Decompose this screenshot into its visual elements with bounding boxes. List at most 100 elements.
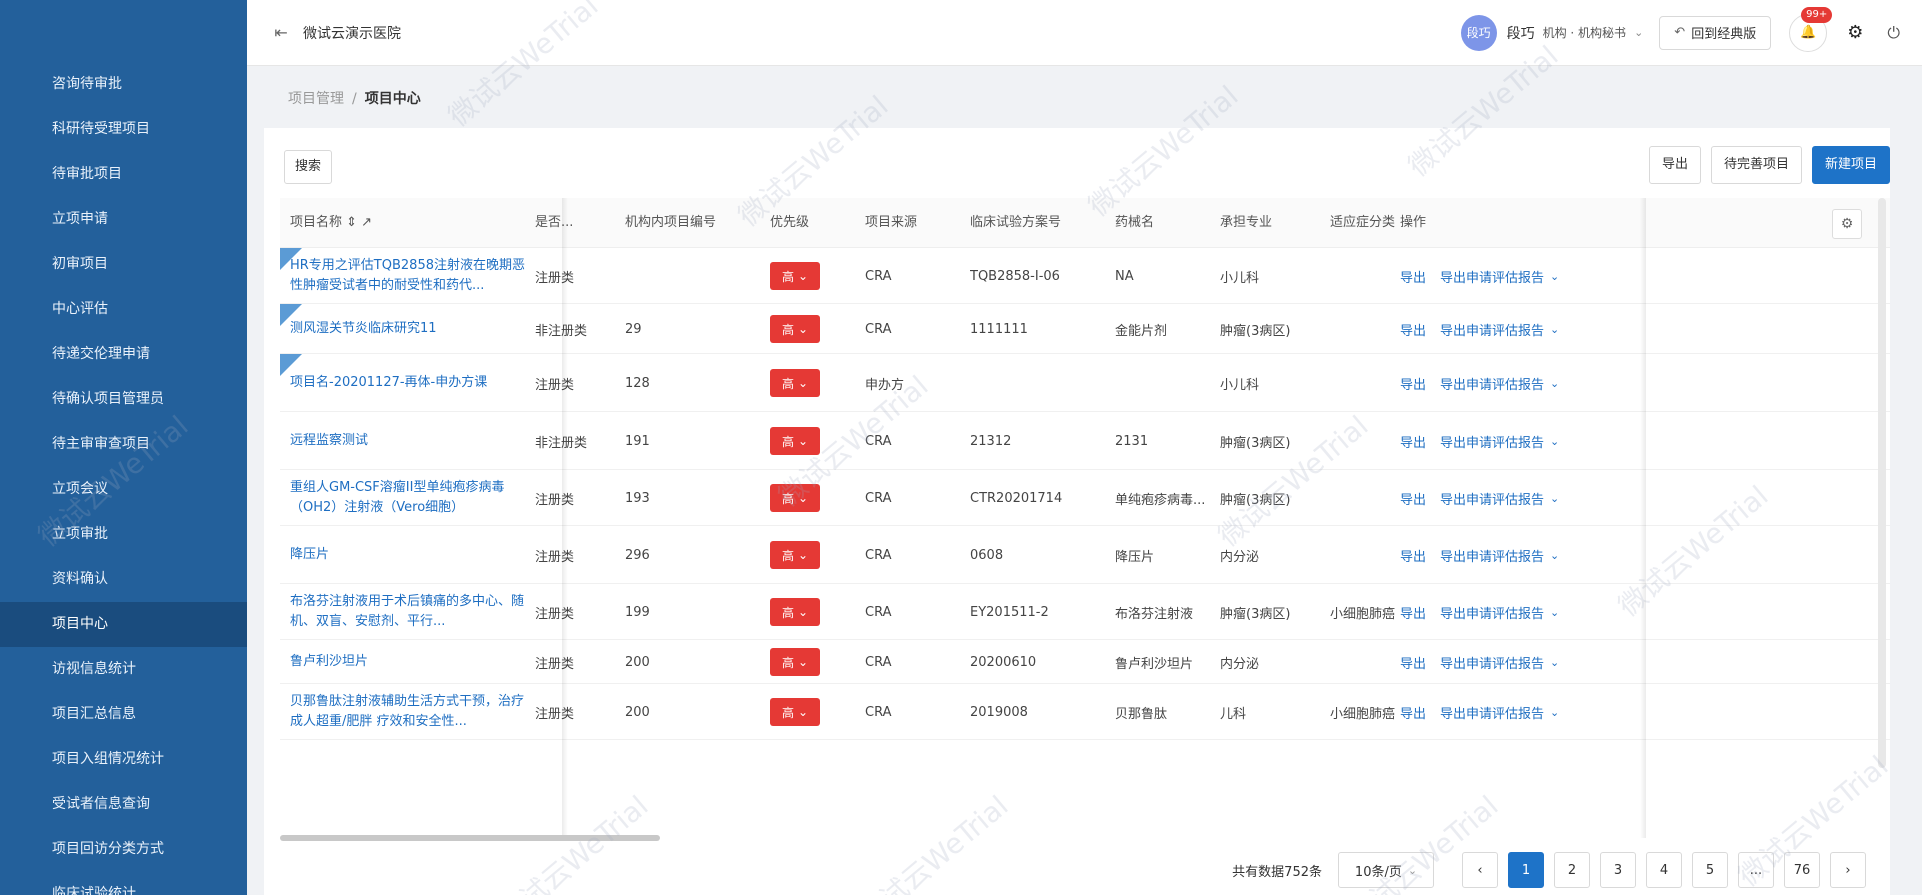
priority-select[interactable]: 高 ⌄ [770, 315, 820, 343]
row-report-link[interactable]: 导出申请评估报告 [1440, 267, 1544, 286]
table-row[interactable]: 重组人GM-CSF溶瘤II型单纯疱疹病毒（OH2）注射液（Vero细胞） 注册类 1… [280, 470, 1890, 526]
priority-select[interactable]: 高 ⌄ [770, 369, 820, 397]
chevron-down-icon[interactable]: ⌄ [1550, 606, 1559, 619]
page-button[interactable]: 4 [1646, 852, 1682, 888]
new-project-button[interactable]: 新建项目 [1811, 146, 1890, 184]
sidebar-item[interactable]: 待审批项目 [0, 152, 247, 197]
row-export-link[interactable]: 导出 [1400, 603, 1426, 622]
page-size-select[interactable]: 10条/页 ⌄ [1338, 852, 1434, 888]
horizontal-scrollbar[interactable] [280, 835, 660, 841]
row-report-link[interactable]: 导出申请评估报告 [1440, 703, 1544, 722]
page-button[interactable]: 76 [1784, 852, 1820, 888]
row-report-link[interactable]: 导出申请评估报告 [1440, 603, 1544, 622]
table-row[interactable]: 降压片 注册类 296 高 ⌄ CRA 0608 降压片 内分泌 导出 导出申请评估报告 ⌄ [280, 526, 1890, 584]
sidebar-item[interactable]: 受试者信息查询 [0, 782, 247, 827]
sidebar-item[interactable]: 立项会议 [0, 467, 247, 512]
column-header[interactable]: 项目名称 ⇕ ↗ [290, 198, 372, 248]
project-name-link[interactable]: 降压片 [290, 526, 525, 584]
row-export-link[interactable]: 导出 [1400, 653, 1426, 672]
priority-select[interactable]: 高 ⌄ [770, 541, 820, 569]
notification-button[interactable]: 🔔 99+ [1789, 6, 1833, 52]
sidebar-item[interactable]: 临床试验统计 [0, 872, 247, 895]
priority-select[interactable]: 高 ⌄ [770, 427, 820, 455]
project-name-link[interactable]: 重组人GM-CSF溶瘤II型单纯疱疹病毒（OH2）注射液（Vero细胞） [290, 470, 525, 526]
chevron-down-icon[interactable]: ⌄ [1550, 323, 1559, 336]
column-header[interactable]: 操作 [1400, 198, 1426, 248]
chevron-down-icon[interactable]: ⌄ [1634, 26, 1643, 39]
back-to-classic-button[interactable]: ↶ 回到经典版 [1659, 15, 1772, 50]
project-name-link[interactable]: HR专用之评估TQB2858注射液在晚期恶性肿瘤受试者中的耐受性和药代... [290, 248, 525, 304]
project-name-link[interactable]: 项目名-20201127-再体-申办方课 [290, 354, 525, 412]
row-export-link[interactable]: 导出 [1400, 489, 1426, 508]
row-export-link[interactable]: 导出 [1400, 703, 1426, 722]
priority-select[interactable]: 高 ⌄ [770, 648, 820, 676]
page-button[interactable]: 1 [1508, 852, 1544, 888]
sidebar-item[interactable]: 项目中心 [0, 602, 247, 647]
row-export-link[interactable]: 导出 [1400, 320, 1426, 339]
chevron-down-icon[interactable]: ⌄ [1550, 435, 1559, 448]
sidebar-item[interactable]: 待递交伦理申请 [0, 332, 247, 377]
chevron-down-icon[interactable]: ⌄ [1550, 656, 1559, 669]
chevron-down-icon[interactable]: ⌄ [1550, 270, 1559, 283]
next-page-button[interactable]: › [1830, 852, 1866, 888]
column-header[interactable]: 临床试验方案号 [970, 198, 1061, 248]
power-icon[interactable]: ⏻ [1887, 23, 1900, 43]
column-header[interactable]: 承担专业 [1220, 198, 1272, 248]
table-row[interactable]: 鲁卢利沙坦片 注册类 200 高 ⌄ CRA 20200610 鲁卢利沙坦片 内分泌 导出 导出申… [280, 640, 1890, 684]
column-header[interactable]: 机构内项目编号 [625, 198, 716, 248]
sidebar-item[interactable]: 咨询待审批 [0, 62, 247, 107]
export-button[interactable]: 导出 [1648, 146, 1701, 184]
prev-page-button[interactable]: ‹ [1462, 852, 1498, 888]
row-report-link[interactable]: 导出申请评估报告 [1440, 374, 1544, 393]
page-button[interactable]: 3 [1600, 852, 1636, 888]
row-report-link[interactable]: 导出申请评估报告 [1440, 432, 1544, 451]
project-name-link[interactable]: 远程监察测试 [290, 412, 525, 470]
sidebar-item[interactable]: 项目入组情况统计 [0, 737, 247, 782]
project-name-link[interactable]: 鲁卢利沙坦片 [290, 640, 525, 684]
breadcrumb-parent[interactable]: 项目管理 [288, 91, 344, 107]
sidebar-item[interactable]: 初审项目 [0, 242, 247, 287]
sidebar-item[interactable]: 访视信息统计 [0, 647, 247, 692]
column-header[interactable]: 药械名 [1115, 198, 1154, 248]
page-button[interactable]: 5 [1692, 852, 1728, 888]
table-row[interactable]: 远程监察测试 非注册类 191 高 ⌄ CRA 21312 2131 肿瘤(3病区) 导出 导出申… [280, 412, 1890, 470]
chevron-down-icon[interactable]: ⌄ [1550, 492, 1559, 505]
collapse-menu-icon[interactable]: ⇤ [269, 23, 293, 43]
gear-icon[interactable]: ⚙ [1847, 22, 1863, 43]
user-role[interactable]: 机构 · 机构秘书 [1543, 24, 1626, 41]
chevron-down-icon[interactable]: ⌄ [1550, 706, 1559, 719]
priority-select[interactable]: 高 ⌄ [770, 262, 820, 290]
priority-select[interactable]: 高 ⌄ [770, 484, 820, 512]
sidebar-item[interactable]: 立项审批 [0, 512, 247, 557]
vertical-scrollbar[interactable] [1878, 198, 1886, 768]
user-name[interactable]: 段巧 [1507, 23, 1535, 43]
row-export-link[interactable]: 导出 [1400, 546, 1426, 565]
sidebar-item[interactable]: 科研待受理项目 [0, 107, 247, 152]
table-row[interactable]: 布洛芬注射液用于术后镇痛的多中心、随机、双盲、安慰剂、平行... 注册类 199 高 … [280, 584, 1890, 640]
project-name-link[interactable]: 布洛芬注射液用于术后镇痛的多中心、随机、双盲、安慰剂、平行... [290, 584, 525, 640]
page-button[interactable]: ... [1738, 852, 1774, 888]
column-header[interactable]: 适应症分类 [1330, 198, 1395, 248]
avatar[interactable]: 段巧 [1460, 14, 1497, 51]
row-export-link[interactable]: 导出 [1400, 374, 1426, 393]
column-header[interactable]: 优先级 [770, 198, 809, 248]
table-row[interactable]: HR专用之评估TQB2858注射液在晚期恶性肿瘤受试者中的耐受性和药代... 注册… [280, 248, 1890, 304]
row-export-link[interactable]: 导出 [1400, 432, 1426, 451]
row-report-link[interactable]: 导出申请评估报告 [1440, 546, 1544, 565]
page-button[interactable]: 2 [1554, 852, 1590, 888]
sidebar-item[interactable]: 项目汇总信息 [0, 692, 247, 737]
sidebar-item[interactable]: 立项申请 [0, 197, 247, 242]
row-report-link[interactable]: 导出申请评估报告 [1440, 320, 1544, 339]
priority-select[interactable]: 高 ⌄ [770, 698, 820, 726]
pending-projects-button[interactable]: 待完善项目 [1710, 146, 1802, 184]
column-header[interactable]: 项目来源 [865, 198, 917, 248]
sidebar-item[interactable]: 中心评估 [0, 287, 247, 332]
column-settings-icon[interactable]: ⚙ [1832, 209, 1862, 239]
priority-select[interactable]: 高 ⌄ [770, 598, 820, 626]
chevron-down-icon[interactable]: ⌄ [1550, 377, 1559, 390]
sidebar-item[interactable]: 项目回访分类方式 [0, 827, 247, 872]
sidebar-item[interactable]: 待主审审查项目 [0, 422, 247, 467]
table-row[interactable]: 项目名-20201127-再体-申办方课 注册类 128 高 ⌄ 申办方 小儿科 导出 导出申… [280, 354, 1890, 412]
row-export-link[interactable]: 导出 [1400, 267, 1426, 286]
search-button[interactable]: 搜索 [284, 150, 333, 184]
